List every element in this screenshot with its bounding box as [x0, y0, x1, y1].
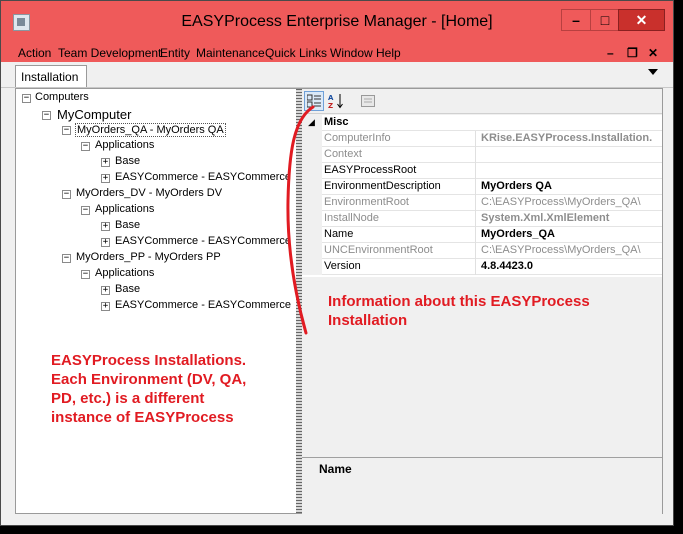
annotation-arrow: [286, 105, 315, 335]
app-window: EASYProcess Enterprise Manager - [Home] …: [0, 0, 674, 526]
